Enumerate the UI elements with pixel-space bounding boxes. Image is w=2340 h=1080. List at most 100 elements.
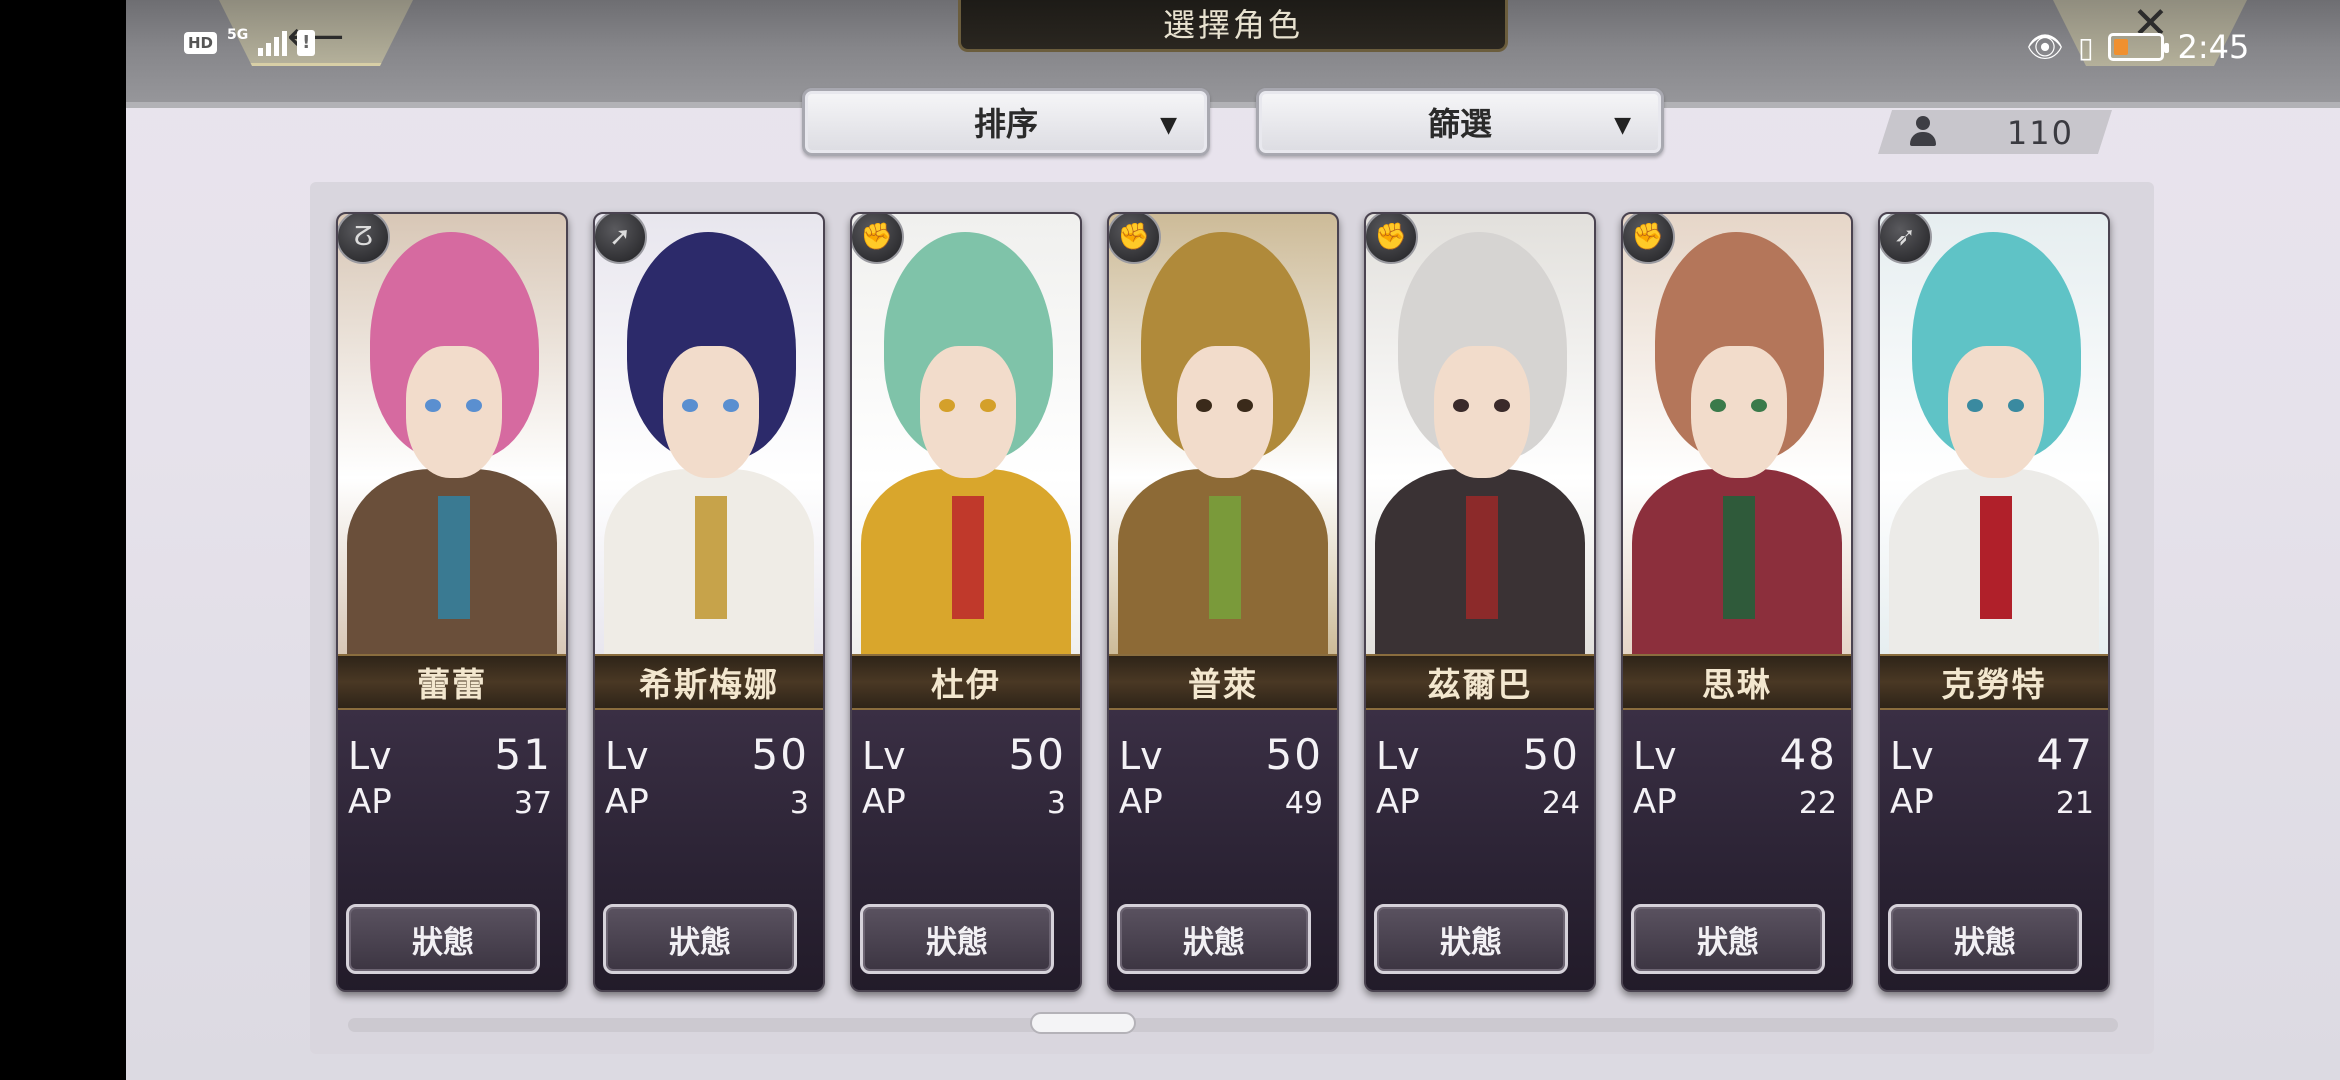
- character-portrait: [1109, 214, 1337, 654]
- level-label: Lv: [1890, 734, 1934, 778]
- ap-row: AP 24: [1376, 782, 1580, 822]
- character-portrait: [595, 214, 823, 654]
- character-card[interactable]: ✊ 杜伊 Lv 50 AP 3 狀態: [850, 212, 1082, 992]
- status-button-label: 狀態: [926, 924, 988, 961]
- character-count: 110: [1878, 110, 2112, 154]
- status-bar-right: 👁 ▯ 2:45: [2026, 28, 2249, 66]
- level-label: Lv: [862, 734, 906, 778]
- level-label: Lv: [348, 734, 392, 778]
- status-button-label: 狀態: [1954, 924, 2016, 961]
- character-name-band: 普萊: [1109, 654, 1337, 710]
- ap-row: AP 21: [1890, 782, 2094, 822]
- scrollbar-thumb[interactable]: [1030, 1012, 1137, 1034]
- character-portrait: [1880, 214, 2108, 654]
- character-name: 克勞特: [1941, 665, 2047, 704]
- signal-icon: [258, 30, 288, 56]
- sort-label: 排序: [973, 105, 1038, 143]
- status-button[interactable]: 狀態: [1888, 904, 2082, 974]
- character-portrait: [852, 214, 1080, 654]
- screen: ⟵ 選擇角色 ✕ HD 5G ! 👁 ▯ 2:45 排序 ▼ 篩選 ▼ 110 …: [0, 0, 2340, 1080]
- level-label: Lv: [605, 734, 649, 778]
- sort-button[interactable]: 排序 ▼: [802, 88, 1210, 156]
- character-portrait: [338, 214, 566, 654]
- level-value: 50: [1008, 730, 1066, 779]
- ap-row: AP 22: [1633, 782, 1837, 822]
- character-card[interactable]: ✊ 普萊 Lv 50 AP 49 狀態: [1107, 212, 1339, 992]
- character-card-list: ⵒ 蕾蕾 Lv 51 AP 37 狀態 ➚ 希斯梅娜 Lv 50 AP 3 狀態…: [336, 212, 2110, 992]
- status-button[interactable]: 狀態: [860, 904, 1054, 974]
- level-value: 48: [1779, 730, 1837, 779]
- character-name-band: 蕾蕾: [338, 654, 566, 710]
- person-icon: [1908, 116, 1938, 148]
- character-stats: Lv 47 AP 21 狀態: [1880, 710, 2108, 990]
- ap-value: 21: [2055, 786, 2094, 821]
- fist-icon: ✊: [1109, 214, 1161, 264]
- ap-value: 24: [1541, 786, 1580, 821]
- hd-badge: HD: [184, 32, 218, 54]
- level-label: Lv: [1376, 734, 1420, 778]
- character-portrait: [1366, 214, 1594, 654]
- level-row: Lv 50: [1376, 730, 1580, 779]
- level-row: Lv 50: [605, 730, 809, 779]
- horizontal-scrollbar[interactable]: [348, 1018, 2118, 1032]
- character-stats: Lv 48 AP 22 狀態: [1623, 710, 1851, 990]
- character-card[interactable]: ➶ 克勞特 Lv 47 AP 21 狀態: [1878, 212, 2110, 992]
- ap-label: AP: [605, 782, 649, 822]
- status-button[interactable]: 狀態: [1631, 904, 1825, 974]
- character-stats: Lv 50 AP 3 狀態: [852, 710, 1080, 990]
- character-select-screen: ⟵ 選擇角色 ✕ HD 5G ! 👁 ▯ 2:45 排序 ▼ 篩選 ▼ 110 …: [126, 0, 2340, 1080]
- character-card[interactable]: ✊ 茲爾巴 Lv 50 AP 24 狀態: [1364, 212, 1596, 992]
- character-name: 希斯梅娜: [639, 665, 779, 704]
- level-value: 50: [1265, 730, 1323, 779]
- level-row: Lv 47: [1890, 730, 2094, 779]
- filter-button[interactable]: 篩選 ▼: [1256, 88, 1664, 156]
- fist-icon: ✊: [1623, 214, 1675, 264]
- status-button-label: 狀態: [1440, 924, 1502, 961]
- ap-value: 3: [1046, 786, 1066, 821]
- status-button[interactable]: 狀態: [603, 904, 797, 974]
- character-name-band: 茲爾巴: [1366, 654, 1594, 710]
- character-count-value: 110: [2006, 114, 2074, 152]
- character-name-band: 杜伊: [852, 654, 1080, 710]
- status-button-label: 狀態: [1183, 924, 1245, 961]
- ap-value: 3: [789, 786, 809, 821]
- ap-label: AP: [1633, 782, 1677, 822]
- character-name-band: 克勞特: [1880, 654, 2108, 710]
- ap-label: AP: [862, 782, 906, 822]
- character-name: 普萊: [1188, 665, 1258, 704]
- level-label: Lv: [1633, 734, 1677, 778]
- staff-icon: ⵒ: [338, 214, 390, 264]
- ap-label: AP: [1376, 782, 1420, 822]
- ap-label: AP: [1119, 782, 1163, 822]
- ap-row: AP 3: [862, 782, 1066, 822]
- character-name: 茲爾巴: [1427, 665, 1533, 704]
- status-button[interactable]: 狀態: [346, 904, 540, 974]
- spear-icon: ➚: [595, 214, 647, 264]
- filter-label: 篩選: [1427, 105, 1492, 143]
- page-title: 選擇角色: [1162, 5, 1303, 44]
- status-button[interactable]: 狀態: [1117, 904, 1311, 974]
- network-type: 5G: [227, 27, 249, 43]
- top-bar: ⟵ 選擇角色 ✕ HD 5G ! 👁 ▯ 2:45: [126, 0, 2340, 108]
- ap-row: AP 37: [348, 782, 552, 822]
- character-card[interactable]: ⵒ 蕾蕾 Lv 51 AP 37 狀態: [336, 212, 568, 992]
- ap-value: 22: [1798, 786, 1837, 821]
- character-list-panel: ⵒ 蕾蕾 Lv 51 AP 37 狀態 ➚ 希斯梅娜 Lv 50 AP 3 狀態…: [310, 182, 2154, 1054]
- character-stats: Lv 50 AP 3 狀態: [595, 710, 823, 990]
- status-bar-left: HD 5G !: [184, 27, 316, 56]
- character-card[interactable]: ➚ 希斯梅娜 Lv 50 AP 3 狀態: [593, 212, 825, 992]
- status-button-label: 狀態: [412, 924, 474, 961]
- character-name: 蕾蕾: [417, 665, 487, 704]
- level-value: 50: [751, 730, 809, 779]
- status-button-label: 狀態: [1697, 924, 1759, 961]
- character-card[interactable]: ✊ 思琳 Lv 48 AP 22 狀態: [1621, 212, 1853, 992]
- level-label: Lv: [1119, 734, 1163, 778]
- ap-label: AP: [348, 782, 392, 822]
- character-stats: Lv 50 AP 24 狀態: [1366, 710, 1594, 990]
- character-name-band: 思琳: [1623, 654, 1851, 710]
- alert-icon: !: [297, 30, 316, 56]
- level-value: 50: [1522, 730, 1580, 779]
- ap-value: 37: [513, 786, 552, 821]
- status-button[interactable]: 狀態: [1374, 904, 1568, 974]
- ap-row: AP 49: [1119, 782, 1323, 822]
